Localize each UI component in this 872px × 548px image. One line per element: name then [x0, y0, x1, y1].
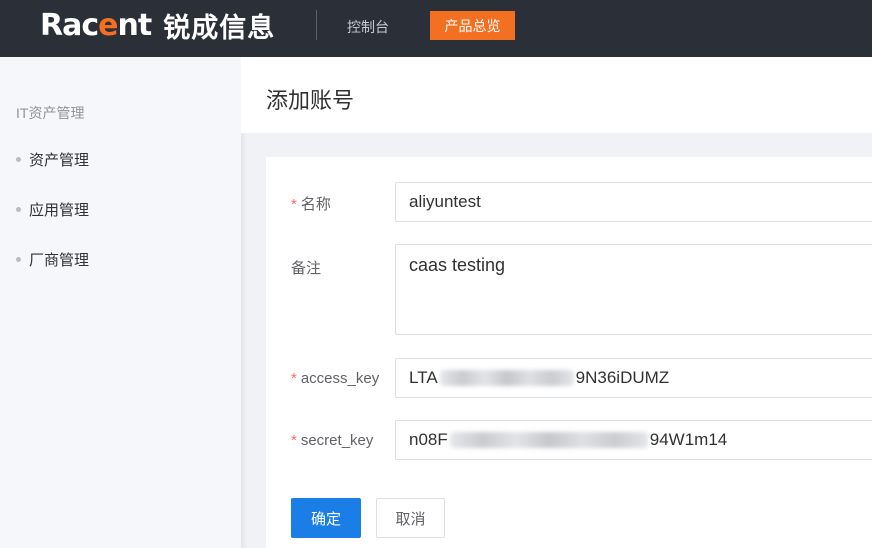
- sidebar-item-vendors[interactable]: 厂商管理: [16, 249, 89, 270]
- remark-textarea-value: caas testing: [409, 255, 506, 275]
- top-bar: Racent 锐成信息 控制台 产品总览: [0, 0, 872, 57]
- nav-product-overview-button[interactable]: 产品总览: [430, 11, 515, 40]
- name-input[interactable]: aliyuntest: [395, 182, 872, 222]
- secret-key-value-suffix: 94W1m14: [649, 430, 728, 449]
- access-key-value-prefix: LTA: [409, 368, 438, 387]
- top-divider: [316, 10, 317, 40]
- name-input-value: aliyuntest: [409, 192, 481, 211]
- sidebar-item-assets[interactable]: 资产管理: [16, 149, 89, 170]
- sidebar-item-applications[interactable]: 应用管理: [16, 199, 89, 220]
- redacted-blur: [439, 370, 574, 386]
- bullet-icon: [16, 257, 21, 262]
- racent-logo[interactable]: Racent 锐成信息: [40, 5, 275, 45]
- logo-wordmark: Racent: [40, 7, 152, 43]
- sidebar-item-label: 厂商管理: [29, 252, 90, 269]
- confirm-button[interactable]: 确定: [291, 498, 361, 538]
- bullet-icon: [16, 207, 21, 212]
- required-asterisk: *: [291, 432, 297, 449]
- sidebar-item-label: 应用管理: [29, 202, 90, 219]
- bullet-icon: [16, 157, 21, 162]
- remark-label: 备注: [291, 260, 322, 277]
- required-asterisk: *: [291, 196, 297, 213]
- access-key-value-suffix: 9N36iDUMZ: [575, 368, 670, 387]
- secret-key-input[interactable]: n08F 94W1m14: [395, 420, 872, 460]
- access-key-input[interactable]: LTA 9N36iDUMZ: [395, 358, 872, 398]
- logo-chinese-name: 锐成信息: [163, 12, 276, 44]
- name-label: * 名称: [291, 196, 331, 213]
- access-key-label: * access_key: [291, 370, 380, 387]
- redacted-blur: [449, 432, 648, 448]
- sidebar: [0, 57, 241, 548]
- secret-key-label: * secret_key: [291, 432, 374, 449]
- required-asterisk: *: [291, 370, 297, 387]
- cancel-button[interactable]: 取消: [376, 498, 445, 538]
- remark-textarea[interactable]: caas testing: [395, 244, 872, 335]
- nav-console-link[interactable]: 控制台: [347, 17, 389, 37]
- secret-key-value-prefix: n08F: [409, 430, 448, 449]
- page-title: 添加账号: [266, 88, 355, 113]
- sidebar-item-label: 资产管理: [29, 152, 90, 169]
- sidebar-group-title: IT资产管理: [16, 105, 85, 121]
